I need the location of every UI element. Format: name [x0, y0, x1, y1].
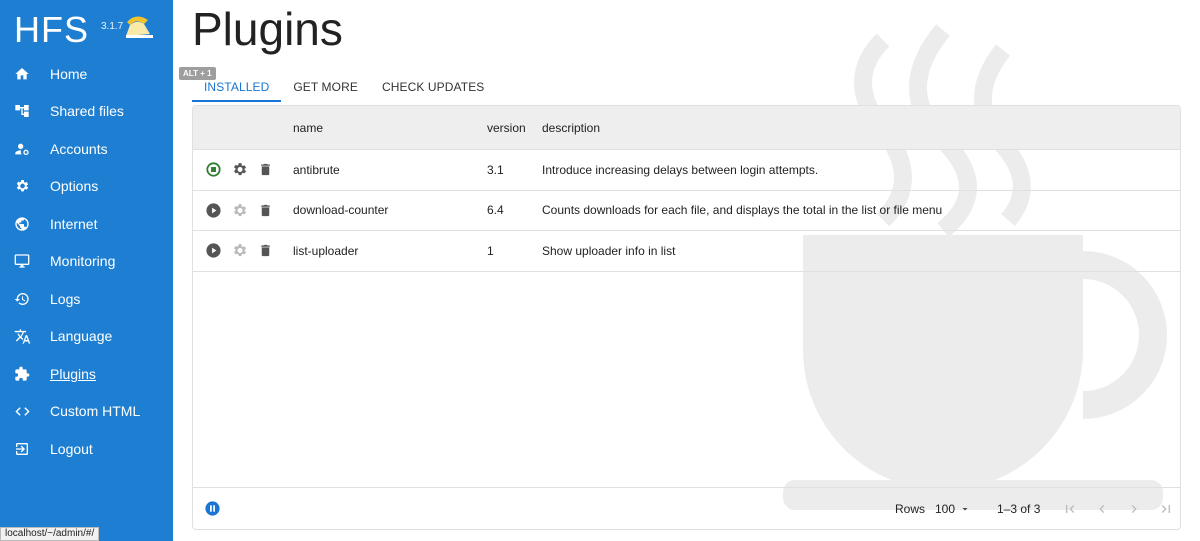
plugin-name: download-counter — [293, 203, 389, 218]
translate-icon — [13, 327, 31, 345]
plugin-description: Introduce increasing delays between logi… — [542, 162, 819, 177]
sidebar-item-plugins[interactable]: Plugins — [0, 355, 173, 393]
gear-icon[interactable] — [231, 242, 248, 259]
sidebar-item-label: Logs — [50, 290, 81, 307]
plugin-version: 6.4 — [487, 203, 504, 218]
pagination-range: 1–3 of 3 — [997, 502, 1041, 516]
table-row: list-uploader 1 Show uploader info in li… — [193, 231, 1180, 272]
sidebar-item-monitoring[interactable]: Monitoring — [0, 243, 173, 281]
sidebar: HFS 3.1.7 Home Shared files Accounts Opt… — [0, 0, 173, 541]
trash-icon[interactable] — [257, 161, 274, 178]
sidebar-nav: Home Shared files Accounts Options Inter… — [0, 55, 173, 468]
sidebar-item-label: Custom HTML — [50, 403, 141, 420]
tab-installed[interactable]: INSTALLED — [192, 72, 282, 102]
column-header-version[interactable]: version — [487, 121, 542, 135]
gear-icon — [13, 177, 31, 195]
tab-check-updates[interactable]: CHECK UPDATES — [370, 72, 496, 102]
sidebar-item-language[interactable]: Language — [0, 318, 173, 356]
app-title: HFS — [14, 9, 89, 50]
table-footer: Rows 100 1–3 of 3 — [193, 487, 1180, 529]
puzzle-icon — [13, 365, 31, 383]
first-page-icon[interactable] — [1061, 500, 1079, 517]
plugin-version: 1 — [487, 243, 494, 258]
home-icon — [13, 65, 31, 83]
gear-icon[interactable] — [231, 161, 248, 178]
pause-icon[interactable] — [204, 500, 221, 517]
chevron-down-icon — [962, 508, 968, 511]
globe-icon — [13, 215, 31, 233]
sidebar-item-label: Monitoring — [50, 253, 116, 270]
hfs-logo-icon — [126, 16, 153, 38]
rows-per-page-value: 100 — [935, 502, 956, 516]
logout-icon — [13, 440, 31, 458]
sidebar-item-logs[interactable]: Logs — [0, 280, 173, 318]
sidebar-item-label: Accounts — [50, 140, 108, 157]
main-content: Plugins ALT + 1 INSTALLED GET MORE CHECK… — [173, 0, 1200, 541]
plugin-description: Show uploader info in list — [542, 243, 676, 258]
sidebar-item-shared-files[interactable]: Shared files — [0, 93, 173, 131]
sidebar-item-options[interactable]: Options — [0, 168, 173, 206]
sidebar-item-label: Options — [50, 178, 99, 195]
sidebar-item-home[interactable]: Home — [0, 55, 173, 93]
sidebar-item-label: Plugins — [50, 365, 96, 382]
play-plugin-icon[interactable] — [205, 202, 222, 219]
plugins-table: name version description antibrute 3.1 I… — [192, 105, 1181, 530]
pagination-controls — [1061, 500, 1175, 517]
page-title: Plugins — [192, 3, 343, 55]
sidebar-item-label: Internet — [50, 215, 98, 232]
sidebar-item-logout[interactable]: Logout — [0, 430, 173, 468]
gear-icon[interactable] — [231, 202, 248, 219]
play-plugin-icon[interactable] — [205, 242, 222, 259]
trash-icon[interactable] — [257, 242, 274, 259]
last-page-icon[interactable] — [1157, 500, 1175, 517]
previous-page-icon[interactable] — [1093, 500, 1111, 517]
history-icon — [13, 290, 31, 308]
rows-per-page-label: Rows — [895, 502, 926, 516]
browser-status-url: localhost/~/admin/#/ — [0, 527, 100, 541]
sidebar-item-label: Language — [50, 328, 113, 345]
column-header-description[interactable]: description — [542, 121, 1180, 135]
table-row: download-counter 6.4 Counts downloads fo… — [193, 191, 1180, 231]
sidebar-item-label: Shared files — [50, 103, 124, 120]
trash-icon[interactable] — [257, 202, 274, 219]
stop-plugin-icon[interactable] — [205, 161, 222, 178]
next-page-icon[interactable] — [1125, 500, 1143, 517]
tab-bar: INSTALLED GET MORE CHECK UPDATES — [192, 72, 496, 102]
rows-per-page-select[interactable]: 100 — [935, 502, 971, 516]
code-icon — [13, 402, 31, 420]
sidebar-item-label: Home — [50, 65, 88, 82]
sidebar-item-accounts[interactable]: Accounts — [0, 130, 173, 168]
manage-accounts-icon — [13, 140, 31, 158]
sidebar-item-label: Logout — [50, 440, 93, 457]
account-tree-icon — [13, 102, 31, 120]
plugin-name: list-uploader — [293, 243, 359, 258]
plugin-version: 3.1 — [487, 162, 504, 177]
table-header: name version description — [193, 106, 1180, 150]
app-version: 3.1.7 — [101, 21, 124, 32]
table-row: antibrute 3.1 Introduce increasing delay… — [193, 150, 1180, 191]
monitor-icon — [13, 252, 31, 270]
sidebar-item-custom-html[interactable]: Custom HTML — [0, 393, 173, 431]
sidebar-item-internet[interactable]: Internet — [0, 205, 173, 243]
column-header-name[interactable]: name — [293, 121, 487, 135]
brand: HFS 3.1.7 — [14, 6, 123, 50]
plugin-description: Counts downloads for each file, and disp… — [542, 203, 943, 218]
plugin-name: antibrute — [293, 162, 340, 177]
tab-get-more[interactable]: GET MORE — [281, 72, 370, 102]
